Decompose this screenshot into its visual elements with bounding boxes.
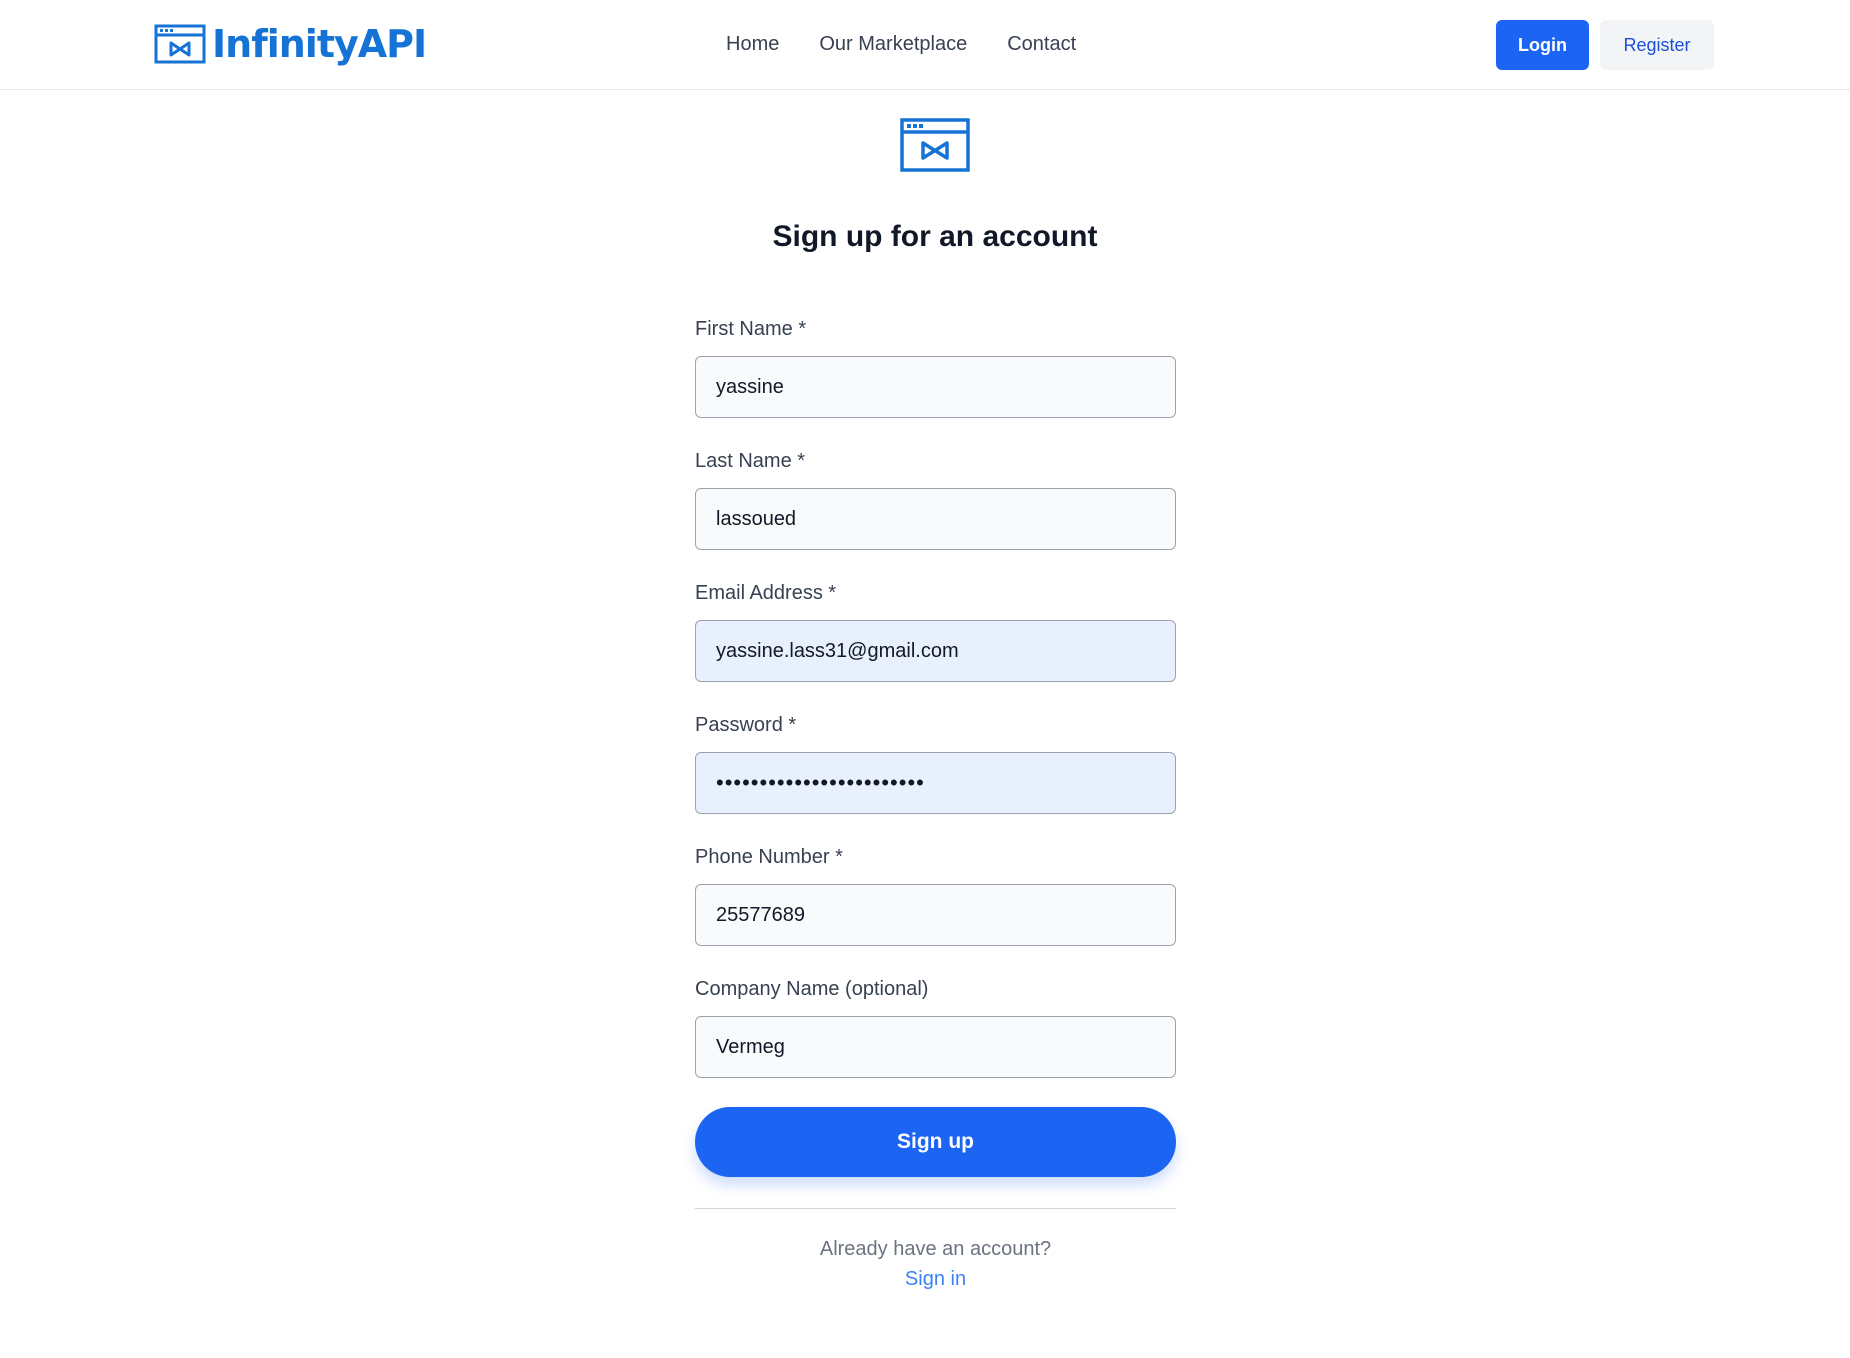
- sign-in-link[interactable]: Sign in: [695, 1268, 1176, 1291]
- first-name-input[interactable]: [695, 356, 1176, 418]
- api-window-icon: [154, 24, 206, 64]
- company-field-group: Company Name (optional): [695, 976, 1176, 1082]
- brand-name: InfinityAPI: [212, 22, 427, 66]
- company-label: Company Name (optional): [695, 978, 929, 1000]
- password-label: Password *: [695, 714, 797, 736]
- signup-button[interactable]: Sign up: [695, 1107, 1176, 1177]
- first-name-field-group: First Name *: [695, 316, 1176, 422]
- signup-form: First Name * Last Name * Email Address *…: [695, 316, 1176, 1108]
- page-title: Sign up for an account: [772, 220, 1098, 253]
- last-name-input[interactable]: [695, 488, 1176, 550]
- password-input[interactable]: [695, 752, 1176, 814]
- divider: [695, 1208, 1176, 1209]
- email-field-group: Email Address *: [695, 580, 1176, 686]
- phone-input[interactable]: [695, 884, 1176, 946]
- phone-label: Phone Number *: [695, 846, 843, 868]
- last-name-label: Last Name *: [695, 450, 806, 472]
- main-nav: Home Our Marketplace Contact: [726, 28, 1076, 60]
- phone-field-group: Phone Number *: [695, 844, 1176, 950]
- email-input[interactable]: [695, 620, 1176, 682]
- brand-logo-link[interactable]: InfinityAPI: [154, 20, 427, 68]
- company-input[interactable]: [695, 1016, 1176, 1078]
- last-name-field-group: Last Name *: [695, 448, 1176, 554]
- site-header: InfinityAPI Home Our Marketplace Contact…: [0, 0, 1850, 90]
- nav-home[interactable]: Home: [726, 28, 779, 60]
- nav-marketplace[interactable]: Our Marketplace: [819, 28, 967, 60]
- api-window-icon: [900, 118, 970, 172]
- password-field-group: Password *: [695, 712, 1176, 818]
- first-name-label: First Name *: [695, 318, 807, 340]
- login-button[interactable]: Login: [1496, 20, 1589, 70]
- email-label: Email Address *: [695, 582, 837, 604]
- register-button[interactable]: Register: [1600, 20, 1714, 70]
- nav-contact[interactable]: Contact: [1007, 28, 1076, 60]
- already-have-account-text: Already have an account?: [819, 1238, 1052, 1260]
